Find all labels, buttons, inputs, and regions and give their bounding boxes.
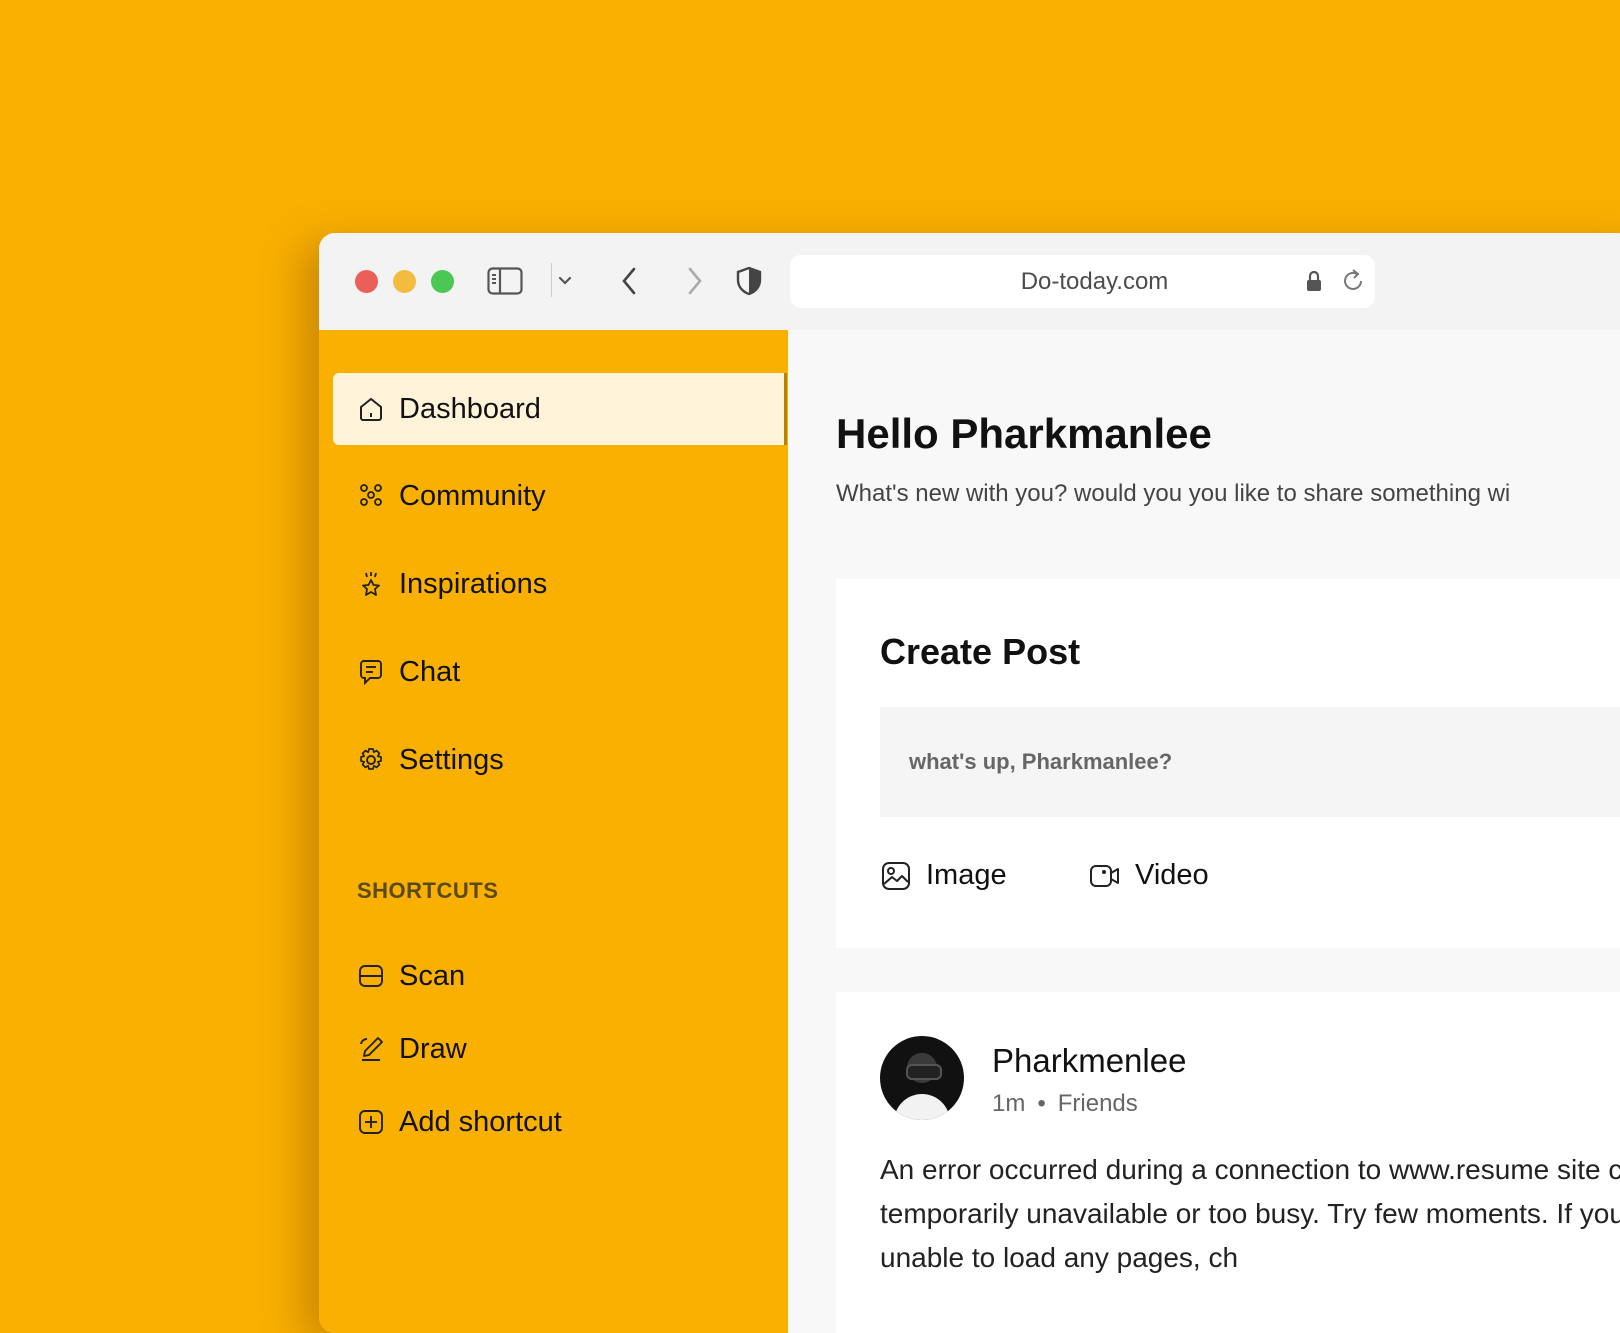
post-card: Pharkmenlee 1m • Friends An error occurred… — [836, 992, 1620, 1333]
address-bar[interactable]: Do-today.com — [790, 255, 1375, 308]
sidebar-item-scan[interactable]: Scan — [333, 940, 787, 1012]
sidebar-item-label: Settings — [399, 743, 504, 776]
page-subtitle: What's new with you? would you you like … — [836, 480, 1511, 507]
create-post-card: Create Post Image Video — [836, 579, 1620, 948]
gear-icon — [357, 746, 385, 774]
post-composer — [880, 707, 1620, 817]
post-meta: 1m • Friends — [992, 1090, 1138, 1118]
image-icon — [880, 860, 912, 892]
meta-separator: • — [1037, 1090, 1046, 1117]
browser-toolbar: Do-today.com — [319, 233, 1620, 331]
sidebar-item-draw[interactable]: Draw — [333, 1013, 787, 1085]
back-icon[interactable] — [611, 263, 647, 299]
scan-icon — [357, 962, 385, 990]
post-author[interactable]: Pharkmenlee — [992, 1042, 1186, 1080]
community-icon — [357, 482, 385, 510]
image-button-label: Image — [926, 859, 1007, 891]
post-audience[interactable]: Friends — [1058, 1090, 1138, 1117]
main-content: Hello Pharkmanlee What's new with you? w… — [788, 330, 1620, 1333]
avatar[interactable] — [880, 1036, 964, 1120]
chevron-down-icon[interactable] — [555, 263, 575, 299]
sidebar-item-dashboard[interactable]: Dashboard — [333, 373, 787, 445]
video-button[interactable]: Video — [1089, 859, 1209, 892]
avatar-visor — [906, 1064, 942, 1080]
sidebar-item-label: Chat — [399, 655, 461, 688]
browser-window: Do-today.com Dashboard Community Inspira… — [319, 233, 1620, 1333]
address-url: Do-today.com — [1020, 268, 1169, 295]
sidebar-item-inspirations[interactable]: Inspirations — [333, 548, 787, 620]
sidebar-item-community[interactable]: Community — [333, 460, 787, 532]
forward-icon[interactable] — [677, 263, 713, 299]
video-icon — [1089, 860, 1121, 892]
sidebar: Dashboard Community Inspirations Chat Se… — [319, 330, 788, 1333]
sidebar-item-label: Scan — [399, 959, 466, 992]
post-body: An error occurred during a connection to… — [880, 1154, 1620, 1273]
shortcuts-heading: SHORTCUTS — [357, 878, 499, 903]
chat-icon — [357, 658, 385, 686]
add-icon — [357, 1108, 385, 1136]
sidebar-toggle-icon[interactable] — [487, 263, 523, 299]
sidebar-item-label: Community — [399, 479, 546, 512]
create-post-title: Create Post — [880, 631, 1081, 672]
reload-icon[interactable] — [1339, 267, 1367, 300]
close-window-button[interactable] — [355, 270, 378, 293]
avatar-shirt — [894, 1094, 950, 1120]
sidebar-item-settings[interactable]: Settings — [333, 724, 787, 796]
sidebar-item-label: Draw — [399, 1032, 467, 1065]
toolbar-divider — [551, 263, 552, 297]
page-title: Hello Pharkmanlee — [836, 410, 1212, 457]
home-icon — [357, 395, 385, 423]
sidebar-item-label: Inspirations — [399, 567, 548, 600]
inspiration-icon — [357, 570, 385, 598]
post-time: 1m — [992, 1090, 1026, 1117]
video-button-label: Video — [1135, 859, 1209, 891]
sidebar-item-label: Dashboard — [399, 392, 541, 425]
post-input[interactable] — [880, 707, 1620, 817]
sidebar-item-label: Add shortcut — [399, 1105, 562, 1138]
sidebar-item-add-shortcut[interactable]: Add shortcut — [333, 1086, 787, 1158]
sidebar-item-chat[interactable]: Chat — [333, 636, 787, 708]
maximize-window-button[interactable] — [431, 270, 454, 293]
draw-icon — [357, 1035, 385, 1063]
shield-icon[interactable] — [731, 263, 767, 299]
image-button[interactable]: Image — [880, 859, 1007, 892]
minimize-window-button[interactable] — [393, 270, 416, 293]
